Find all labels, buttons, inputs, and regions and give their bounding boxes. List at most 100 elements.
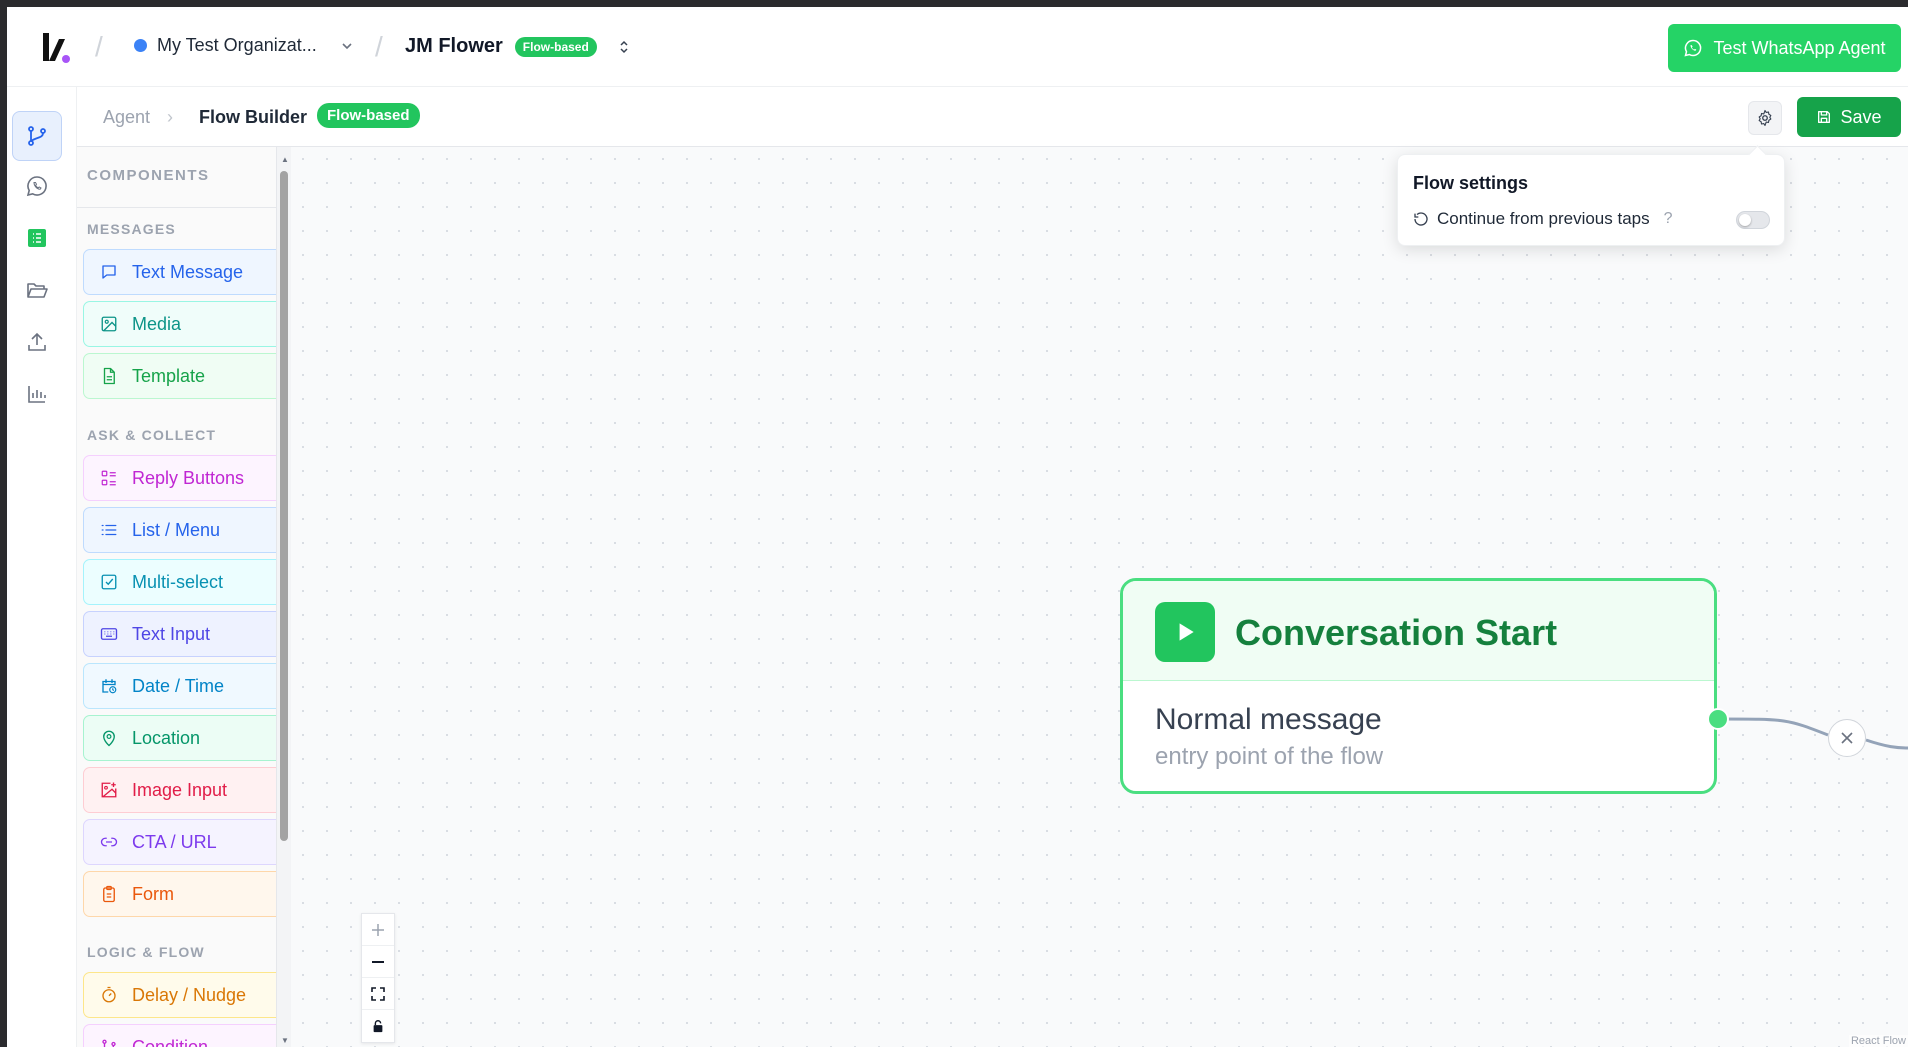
breadcrumb-agent[interactable]: Agent <box>103 107 150 128</box>
scrollbar-thumb[interactable] <box>280 171 288 841</box>
component-label: Multi-select <box>132 571 224 592</box>
chevron-up-down-icon[interactable] <box>617 38 631 56</box>
save-button[interactable]: Save <box>1797 97 1901 137</box>
component-label: CTA / URL <box>132 831 217 852</box>
continue-taps-toggle[interactable] <box>1736 211 1770 229</box>
map-pin-icon <box>103 730 115 747</box>
timer-icon <box>102 986 116 1003</box>
component-list-menu[interactable]: List / Menu <box>83 507 276 553</box>
component-delay-nudge[interactable]: Delay / Nudge <box>83 972 276 1018</box>
list-doc-icon <box>28 229 46 247</box>
link-icon <box>100 837 118 847</box>
zoom-in-button[interactable] <box>362 914 394 946</box>
rail-sheets[interactable] <box>12 213 62 263</box>
image-icon <box>101 316 117 332</box>
list-grid-icon <box>101 470 116 486</box>
chat-bubble-icon <box>102 265 116 279</box>
clipboard-icon <box>103 885 115 903</box>
node-description: entry point of the flow <box>1155 743 1384 770</box>
folder-open-icon <box>27 283 48 298</box>
lock-button[interactable] <box>362 1010 394 1042</box>
rail-export[interactable] <box>12 317 62 367</box>
header-slash: / <box>375 31 383 62</box>
close-icon <box>1841 732 1853 744</box>
list-icon <box>101 524 117 536</box>
app-window: / My Test Organizat... / JM Flower Flow-… <box>7 7 1908 1047</box>
component-label: Text Message <box>132 261 244 282</box>
minus-icon <box>372 960 384 963</box>
component-media[interactable]: Media <box>83 301 276 347</box>
component-cta-url[interactable]: CTA / URL <box>83 819 276 865</box>
section-ask-collect: ASK & COLLECT <box>87 427 217 443</box>
component-label: Delay / Nudge <box>132 984 247 1005</box>
component-condition[interactable]: Condition <box>83 1024 276 1047</box>
scroll-up-arrow-icon[interactable]: ▲ <box>281 155 289 164</box>
upload-icon <box>28 332 46 351</box>
canvas-attribution[interactable]: React Flow <box>1848 1035 1908 1047</box>
component-image-input[interactable]: Image Input <box>83 767 276 813</box>
component-label: Image Input <box>132 779 228 800</box>
org-color-dot <box>134 39 147 52</box>
fullscreen-icon <box>371 986 385 1001</box>
component-label: List / Menu <box>132 519 221 540</box>
keyboard-icon <box>100 628 118 640</box>
conversation-start-node[interactable]: Conversation Start Normal message entry … <box>1120 578 1717 794</box>
component-multi-select[interactable]: Multi-select <box>83 559 276 605</box>
component-template[interactable]: Template <box>83 353 276 399</box>
gear-icon <box>1758 109 1772 127</box>
branch-icon <box>102 1039 116 1047</box>
agent-switcher[interactable]: JM Flower Flow-based <box>405 35 631 58</box>
components-scrollbar[interactable]: ▲ ▼ <box>277 147 291 1047</box>
agent-name: JM Flower <box>405 35 503 57</box>
flow-settings-button[interactable] <box>1748 101 1782 135</box>
top-bar: / My Test Organizat... / JM Flower Flow-… <box>7 7 1908 87</box>
component-label: Form <box>132 883 174 904</box>
component-form[interactable]: Form <box>83 871 276 917</box>
calendar-clock-icon <box>102 679 117 694</box>
chevron-down-icon <box>342 42 352 49</box>
component-label: Condition <box>132 1036 209 1047</box>
component-text-message[interactable]: Text Message <box>83 249 276 295</box>
rail-flow-builder[interactable] <box>12 111 62 161</box>
continue-taps-row: Continue from previous taps ? <box>1413 209 1673 229</box>
toggle-knob <box>1739 214 1751 226</box>
left-rail <box>7 87 77 1047</box>
help-icon[interactable]: ? <box>1664 210 1673 228</box>
components-title: COMPONENTS <box>87 167 210 184</box>
test-whatsapp-agent-button[interactable]: Test WhatsApp Agent <box>1668 24 1901 72</box>
save-icon <box>1818 111 1831 123</box>
section-messages: MESSAGES <box>87 221 176 237</box>
fit-view-button[interactable] <box>362 978 394 1010</box>
scroll-down-arrow-icon[interactable]: ▼ <box>281 1036 289 1045</box>
plus-icon <box>372 923 384 936</box>
zoom-out-button[interactable] <box>362 946 394 978</box>
popover-title: Flow settings <box>1413 173 1529 193</box>
test-button-label: Test WhatsApp Agent <box>1713 37 1886 58</box>
rail-whatsapp[interactable] <box>12 161 62 211</box>
delete-edge-button[interactable] <box>1828 719 1866 757</box>
component-label: Date / Time <box>132 675 225 696</box>
component-label: Location <box>132 727 201 748</box>
bar-chart-icon <box>28 386 46 403</box>
node-subtitle: Normal message <box>1155 703 1382 736</box>
component-text-input[interactable]: Text Input <box>83 611 276 657</box>
flow-type-badge: Flow-based <box>317 103 420 128</box>
rail-files[interactable] <box>12 265 62 315</box>
node-title: Conversation Start <box>1235 612 1558 653</box>
whatsapp-icon <box>26 176 47 197</box>
component-reply-buttons[interactable]: Reply Buttons <box>83 455 276 501</box>
save-label: Save <box>1840 106 1882 127</box>
builder-header: Agent › Flow Builder Flow-based Save <box>77 87 1908 147</box>
agent-badge: Flow-based <box>514 36 597 57</box>
play-icon <box>1155 602 1215 662</box>
image-plus-icon <box>101 782 117 798</box>
node-output-handle[interactable] <box>1707 708 1729 730</box>
panel-divider <box>77 207 276 208</box>
lock-icon <box>373 1020 383 1033</box>
component-location[interactable]: Location <box>83 715 276 761</box>
rail-analytics[interactable] <box>12 369 62 419</box>
brand-logo[interactable] <box>41 31 71 65</box>
org-switcher[interactable]: My Test Organizat... <box>134 35 355 56</box>
component-date-time[interactable]: Date / Time <box>83 663 276 709</box>
component-label: Media <box>132 313 182 334</box>
